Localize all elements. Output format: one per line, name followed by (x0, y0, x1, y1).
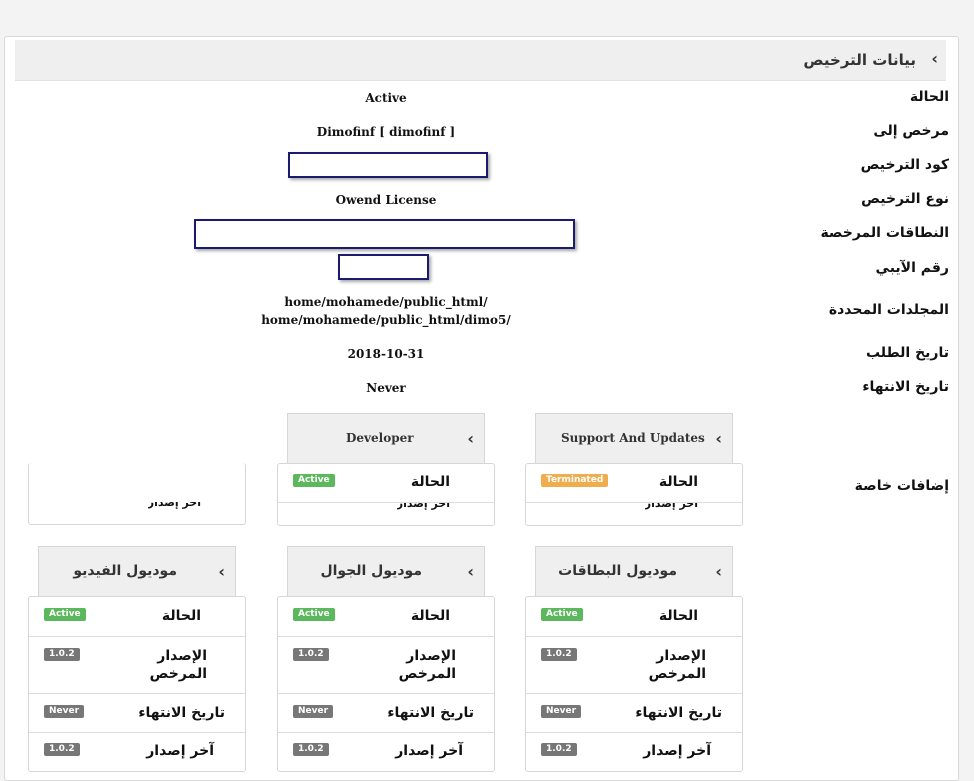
status-label: الحالة (909, 89, 949, 105)
addon-card-developer: الحالة Active آخر إصدار (277, 463, 495, 526)
panel-header[interactable]: ‹ بيانات الترخيص (15, 40, 946, 81)
status-badge: Terminated (541, 474, 609, 487)
divider (29, 636, 245, 637)
module-status-label: الحالة (161, 608, 201, 624)
divider (526, 636, 742, 637)
expiry-badge: Never (293, 705, 334, 718)
latest-badge: 1.0.2 (44, 743, 80, 756)
dirs-label: المجلدات المحددة (828, 302, 949, 318)
addon-title: Support And Updates (561, 431, 705, 445)
divider (278, 502, 494, 503)
divider (526, 732, 742, 733)
module-expiry-label: تاريخ الانتهاء (387, 705, 474, 721)
module-card-cards: الحالة Active الإصدار المرخص 1.0.2 تاريخ… (525, 596, 743, 772)
divider (526, 502, 742, 503)
module-title: موديول الفيديو (73, 563, 177, 579)
chevron-left-icon: ‹ (715, 429, 722, 448)
module-card-header-cards[interactable]: ‹ موديول البطاقات (535, 546, 733, 597)
module-card-header-mobile[interactable]: ‹ موديول الجوال (287, 546, 485, 597)
dir-value-2: home/mohamede/public_html/dimo5/ (261, 313, 511, 327)
module-expiry-label: تاريخ الانتهاء (138, 705, 225, 721)
dir-value-1: home/mohamede/public_html/ (284, 295, 488, 309)
module-latest-label: آخر إصدار (146, 743, 214, 759)
page-title: بيانات الترخيص (803, 51, 916, 69)
module-version-label: الإصدار المرخص (398, 648, 456, 682)
module-card-header-video[interactable]: ‹ موديول الفيديو (38, 546, 236, 597)
latest-badge: 1.0.2 (541, 743, 577, 756)
latest-badge: 1.0.2 (293, 743, 329, 756)
status-badge: Active (293, 608, 335, 621)
divider (278, 693, 494, 694)
license-type-label: نوع الترخيص (861, 191, 949, 207)
addon-clipped-label: آخر إصدار (147, 502, 201, 509)
module-title: موديول الجوال (320, 563, 422, 579)
status-badge: Active (44, 608, 86, 621)
module-latest-label: آخر إصدار (643, 743, 711, 759)
chevron-left-icon: ‹ (931, 49, 938, 68)
divider (526, 693, 742, 694)
version-badge: 1.0.2 (541, 648, 577, 661)
domains-redacted (194, 219, 575, 249)
licensed-to-label: مرخص إلى (873, 123, 949, 139)
order-date-value: 2018-10-31 (347, 347, 425, 361)
addon-title: Developer (346, 431, 414, 445)
license-code-label: كود الترخيص (860, 157, 949, 173)
module-expiry-label: تاريخ الانتهاء (635, 705, 722, 721)
version-badge: 1.0.2 (293, 648, 329, 661)
module-status-label: الحالة (658, 608, 698, 624)
module-status-label: الحالة (410, 608, 450, 624)
divider (29, 732, 245, 733)
module-title: موديول البطاقات (558, 563, 677, 579)
addons-label: إضافات خاصة (854, 478, 949, 494)
status-badge: Active (293, 474, 335, 487)
order-date-label: تاريخ الطلب (865, 345, 949, 361)
chevron-left-icon: ‹ (715, 562, 722, 581)
addon-status-label: الحالة (658, 474, 698, 490)
addon-card-header-support[interactable]: ‹ Support And Updates (535, 413, 733, 464)
expiry-label: تاريخ الانتهاء (862, 379, 949, 395)
chevron-left-icon: ‹ (218, 562, 225, 581)
expiry-badge: Never (44, 705, 85, 718)
version-badge: 1.0.2 (44, 648, 80, 661)
expiry-value: Never (366, 381, 406, 395)
ip-redacted (338, 254, 429, 280)
divider (278, 636, 494, 637)
domains-label: النطاقات المرخصة (820, 225, 949, 241)
addon-clipped-label: آخر إصدار (396, 503, 450, 510)
expiry-badge: Never (541, 705, 582, 718)
licensed-to-value: Dimofinf [ dimofinf ] (316, 125, 456, 139)
status-badge: Active (541, 608, 583, 621)
addon-card-partial: آخر إصدار (28, 463, 246, 525)
module-latest-label: آخر إصدار (395, 743, 463, 759)
divider (29, 693, 245, 694)
chevron-left-icon: ‹ (467, 562, 474, 581)
module-version-label: الإصدار المرخص (648, 648, 706, 682)
status-value: Active (365, 91, 407, 105)
addon-card-support: الحالة Terminated آخر إصدار (525, 463, 743, 526)
addon-status-label: الحالة (410, 474, 450, 490)
license-type-value: Owend License (335, 193, 437, 207)
addon-card-header-developer[interactable]: ‹ Developer (287, 413, 485, 464)
license-code-redacted (288, 152, 488, 178)
module-version-label: الإصدار المرخص (149, 648, 207, 682)
divider (278, 732, 494, 733)
addon-clipped-label: آخر إصدار (644, 503, 698, 510)
module-card-video: الحالة Active الإصدار المرخص 1.0.2 تاريخ… (28, 596, 246, 772)
module-card-mobile: الحالة Active الإصدار المرخص 1.0.2 تاريخ… (277, 596, 495, 772)
ip-label: رقم الآيبي (875, 260, 949, 276)
top-strip (0, 0, 974, 6)
chevron-left-icon: ‹ (467, 429, 474, 448)
